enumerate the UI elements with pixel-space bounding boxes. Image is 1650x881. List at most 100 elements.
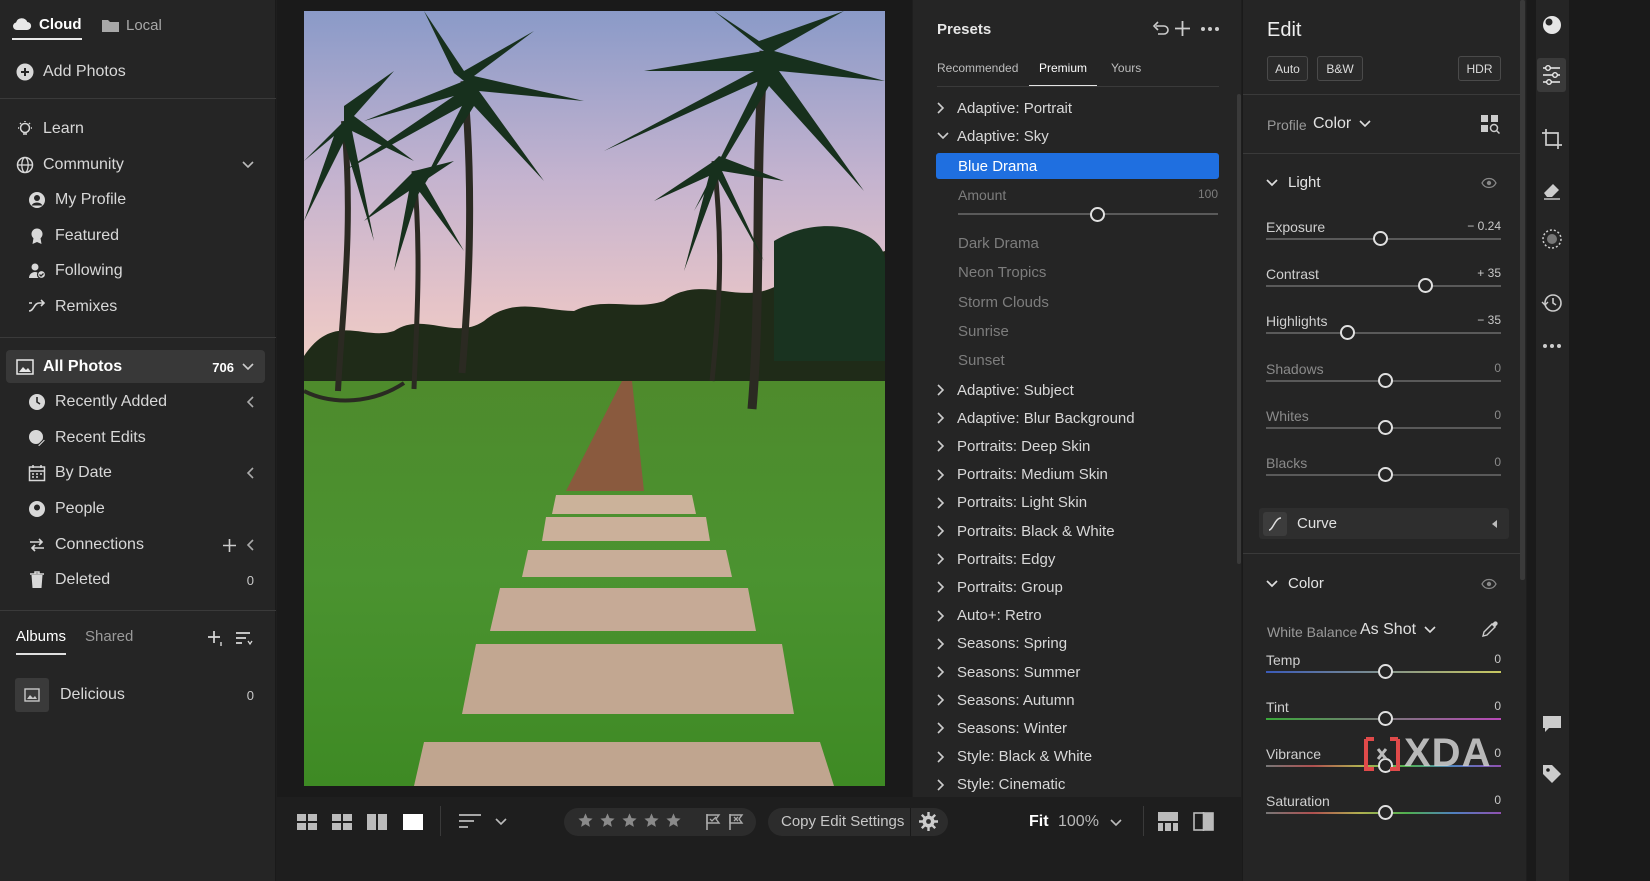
history-icon[interactable]	[1541, 292, 1563, 314]
filmstrip-icon[interactable]	[1158, 812, 1178, 831]
reject-flag-icon[interactable]	[728, 813, 744, 830]
preset-group[interactable]: Style: Cinematic	[937, 771, 1227, 799]
sidebar-item-featured[interactable]: Featured	[0, 218, 276, 254]
star-icon[interactable]	[665, 812, 682, 829]
slider-knob[interactable]	[1417, 278, 1433, 294]
add-photos-button[interactable]: Add Photos	[0, 54, 276, 90]
tab-premium[interactable]: Premium	[1029, 61, 1097, 87]
slider-knob[interactable]	[1377, 419, 1393, 435]
tab-cloud[interactable]: Cloud	[12, 10, 82, 40]
profile-dropdown[interactable]: Color	[1313, 115, 1371, 133]
crop-icon[interactable]	[1541, 128, 1563, 150]
hdr-button[interactable]: HDR	[1458, 56, 1501, 81]
pick-flag-icon[interactable]	[705, 813, 721, 830]
preset-item[interactable]: Storm Clouds	[958, 288, 1049, 317]
slider-track[interactable]	[1266, 285, 1501, 288]
add-album-icon[interactable]	[207, 630, 225, 647]
slider-knob[interactable]	[1377, 805, 1393, 820]
sidebar-item-recent-edits[interactable]: Recent Edits	[0, 420, 276, 456]
preset-group[interactable]: Adaptive: Blur Background	[937, 404, 1227, 432]
photo-preview[interactable]	[304, 11, 885, 786]
album-item-delicious[interactable]: Delicious 0	[0, 677, 276, 713]
presets-tool-icon[interactable]	[1541, 14, 1563, 36]
auto-button[interactable]: Auto	[1267, 56, 1308, 81]
amount-slider-track[interactable]	[958, 213, 1218, 215]
preset-group[interactable]: Portraits: Edgy	[937, 545, 1227, 573]
preset-group-adaptive-portrait[interactable]: Adaptive: Portrait	[937, 94, 1227, 122]
preset-group[interactable]: Portraits: Black & White	[937, 517, 1227, 545]
tag-icon[interactable]	[1542, 764, 1562, 784]
add-preset-icon[interactable]	[1175, 21, 1190, 36]
chevron-left-icon[interactable]	[246, 467, 254, 479]
detail-view-icon[interactable]	[403, 814, 423, 830]
eyedropper-icon[interactable]	[1481, 620, 1499, 638]
more-tools-icon[interactable]	[1543, 344, 1561, 348]
sidebar-item-deleted[interactable]: Deleted 0	[0, 562, 276, 598]
slider-track[interactable]	[1266, 332, 1501, 335]
tab-shared[interactable]: Shared	[85, 628, 133, 645]
preset-group[interactable]: Portraits: Medium Skin	[937, 461, 1227, 489]
profile-browser-icon[interactable]	[1480, 114, 1500, 134]
preset-group[interactable]: Auto+: Retro	[937, 602, 1227, 630]
tab-yours[interactable]: Yours	[1111, 61, 1141, 75]
preset-group-adaptive-sky[interactable]: Adaptive: Sky	[937, 122, 1227, 150]
preset-group[interactable]: Portraits: Light Skin	[937, 489, 1227, 517]
star-icon[interactable]	[577, 812, 594, 829]
preset-group[interactable]: Seasons: Autumn	[937, 686, 1227, 714]
preset-group[interactable]: Portraits: Deep Skin	[937, 432, 1227, 460]
preset-item[interactable]: Neon Tropics	[958, 258, 1046, 287]
fit-button[interactable]: Fit	[1029, 813, 1049, 831]
slider-knob[interactable]	[1377, 711, 1393, 726]
sidebar-item-by-date[interactable]: By Date	[0, 455, 276, 491]
chevron-left-icon[interactable]	[246, 539, 254, 551]
preset-group[interactable]: Seasons: Spring	[937, 630, 1227, 658]
star-icon[interactable]	[599, 812, 616, 829]
photo-grid-icon[interactable]	[332, 814, 352, 830]
sidebar-item-following[interactable]: Following	[0, 253, 276, 289]
preset-item[interactable]: Dark Drama	[958, 229, 1039, 258]
gear-icon[interactable]	[919, 812, 938, 831]
preset-blue-drama[interactable]: Blue Drama	[936, 153, 1219, 179]
preset-group[interactable]: Seasons: Summer	[937, 658, 1227, 686]
copy-edit-settings-button[interactable]: Copy Edit Settings	[781, 813, 904, 830]
compare-view-icon[interactable]	[367, 814, 387, 830]
preset-item[interactable]: Sunrise	[958, 317, 1009, 346]
sidebar-item-learn[interactable]: Learn	[0, 111, 276, 147]
sort-icon[interactable]	[235, 631, 253, 646]
star-icon[interactable]	[621, 812, 638, 829]
chevron-down-icon[interactable]	[1110, 819, 1122, 827]
preset-group[interactable]: Seasons: Winter	[937, 714, 1227, 742]
sort-lines-icon[interactable]	[459, 814, 481, 829]
white-balance-dropdown[interactable]: As Shot	[1360, 621, 1436, 639]
color-section-header[interactable]: Color	[1266, 575, 1324, 592]
preset-group[interactable]: Adaptive: Subject	[937, 376, 1227, 404]
slider-knob[interactable]	[1377, 467, 1393, 482]
eye-icon[interactable]	[1481, 578, 1497, 590]
healing-eraser-icon[interactable]	[1542, 180, 1562, 200]
before-after-icon[interactable]	[1193, 812, 1214, 831]
tab-albums[interactable]: Albums	[16, 628, 67, 655]
comment-icon[interactable]	[1542, 714, 1562, 734]
preset-group[interactable]: Style: Black & White	[937, 743, 1227, 771]
sidebar-item-connections[interactable]: Connections	[0, 527, 276, 563]
slider-knob[interactable]	[1377, 664, 1393, 679]
chevron-down-icon[interactable]	[242, 161, 254, 169]
zoom-level[interactable]: 100%	[1058, 813, 1099, 831]
preset-item[interactable]: Sunset	[958, 346, 1005, 375]
chevron-down-icon[interactable]	[242, 363, 254, 371]
square-grid-icon[interactable]	[297, 814, 317, 830]
sidebar-item-my-profile[interactable]: My Profile	[0, 182, 276, 218]
tab-local[interactable]: Local	[102, 10, 162, 40]
add-connection-icon[interactable]	[223, 538, 236, 552]
sidebar-item-recently-added[interactable]: Recently Added	[0, 384, 276, 420]
star-rating[interactable]	[577, 812, 682, 829]
sidebar-item-all-photos[interactable]: All Photos 706	[0, 349, 276, 385]
presets-scrollbar[interactable]	[1237, 94, 1241, 564]
eye-icon[interactable]	[1481, 177, 1497, 189]
sidebar-item-community[interactable]: Community	[0, 147, 276, 183]
more-icon[interactable]	[1201, 27, 1219, 31]
edit-tool-active[interactable]	[1537, 58, 1566, 92]
undo-icon[interactable]	[1152, 21, 1169, 36]
sidebar-item-people[interactable]: People	[0, 491, 276, 527]
light-section-header[interactable]: Light	[1266, 174, 1321, 191]
